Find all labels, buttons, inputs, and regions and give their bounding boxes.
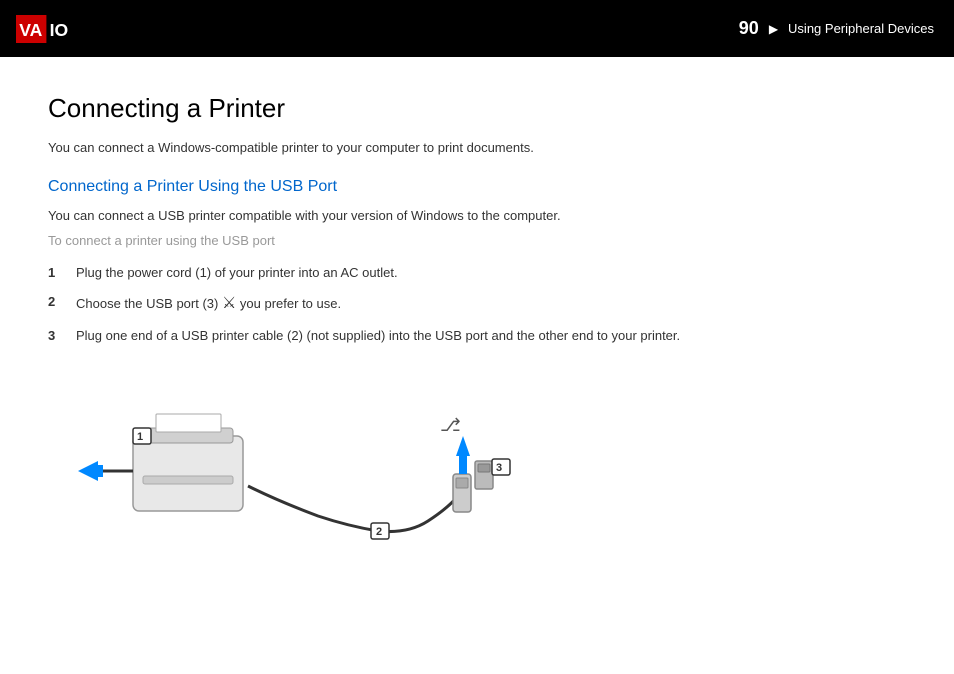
- svg-text:IO: IO: [50, 19, 69, 39]
- header-right: 90 ▶ Using Peripheral Devices: [739, 18, 934, 39]
- procedure-title: To connect a printer using the USB port: [48, 231, 906, 251]
- diagram: 1 ⎇ 2 3: [48, 366, 548, 566]
- svg-text:1: 1: [137, 431, 143, 443]
- chevron-right-icon: ▶: [769, 22, 778, 36]
- page-title: Connecting a Printer: [48, 93, 906, 124]
- step-1-text: Plug the power cord (1) of your printer …: [76, 263, 906, 283]
- step-2-text: Choose the USB port (3) ⚔ you prefer to …: [76, 292, 906, 316]
- svg-text:⎇: ⎇: [440, 415, 461, 435]
- step-3-text: Plug one end of a USB printer cable (2) …: [76, 326, 906, 346]
- step-2: 2 Choose the USB port (3) ⚔ you prefer t…: [48, 292, 906, 316]
- intro-paragraph: You can connect a Windows-compatible pri…: [48, 138, 906, 158]
- step-3-number: 3: [48, 326, 76, 346]
- section-title: Connecting a Printer Using the USB Port: [48, 178, 906, 196]
- step-2-number: 2: [48, 292, 76, 312]
- header: VA IO 90 ▶ Using Peripheral Devices: [0, 0, 954, 57]
- header-title: Using Peripheral Devices: [788, 21, 934, 36]
- svg-text:2: 2: [376, 526, 382, 538]
- vaio-logo: VA IO: [16, 15, 104, 43]
- svg-text:VA: VA: [19, 19, 42, 39]
- step-3: 3 Plug one end of a USB printer cable (2…: [48, 326, 906, 346]
- section-intro: You can connect a USB printer compatible…: [48, 206, 906, 226]
- svg-text:3: 3: [496, 462, 502, 474]
- step-1: 1 Plug the power cord (1) of your printe…: [48, 263, 906, 283]
- main-content: Connecting a Printer You can connect a W…: [0, 57, 954, 596]
- page-number: 90: [739, 18, 759, 39]
- step-1-number: 1: [48, 263, 76, 283]
- steps-list: 1 Plug the power cord (1) of your printe…: [48, 263, 906, 346]
- usb-connection-diagram: 1 ⎇ 2 3: [48, 366, 548, 566]
